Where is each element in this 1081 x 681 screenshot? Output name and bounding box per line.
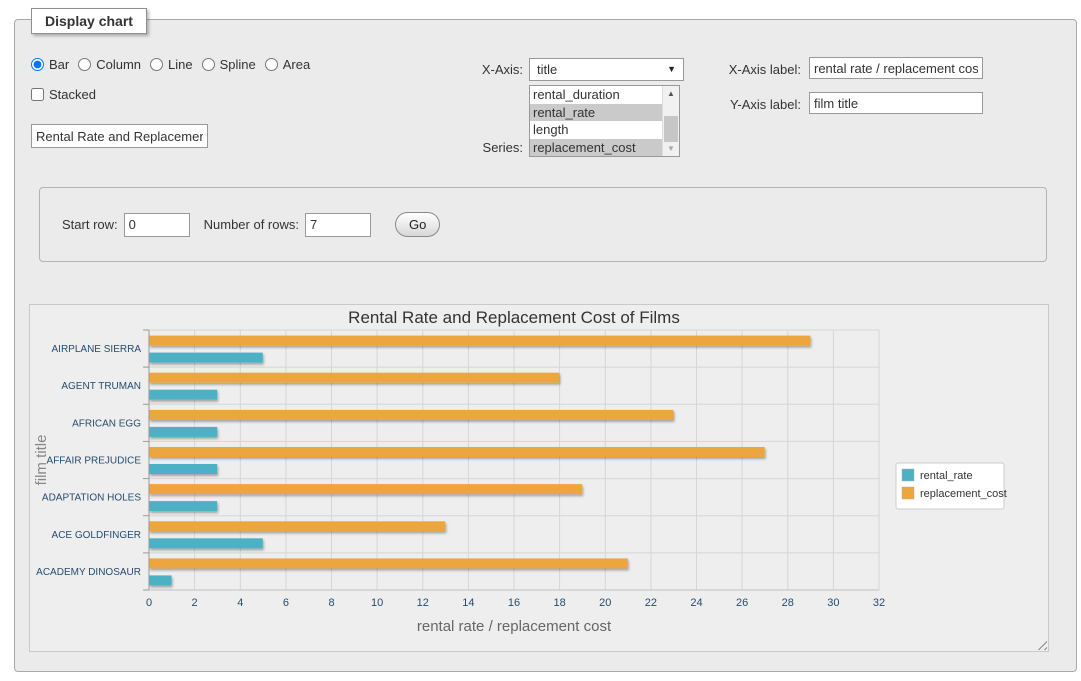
x-axis-selected-value: title	[537, 62, 557, 77]
chart-type-option-column[interactable]: Column	[78, 57, 141, 72]
chart-container: Rental Rate and Replacement Cost of Film…	[29, 304, 1049, 652]
chart-type-radio-area[interactable]	[265, 58, 278, 71]
page: { "panel": { "legend": "Display chart" }…	[0, 0, 1081, 681]
x-tick-label: 0	[146, 597, 152, 609]
series-option-replacement_cost[interactable]: replacement_cost	[530, 139, 662, 157]
chart-type-radio-bar[interactable]	[31, 58, 44, 71]
y-axis-label-caption: Y-Axis label:	[709, 97, 801, 112]
series-option-rental_rate[interactable]: rental_rate	[530, 104, 662, 122]
chart-type-label-spline: Spline	[220, 57, 256, 72]
legend-label-rental_rate: rental_rate	[920, 470, 973, 482]
legend-item-rental_rate[interactable]: rental_rate	[902, 469, 973, 482]
bar-replacement_cost-african-egg[interactable]	[149, 410, 674, 420]
x-tick-label: 28	[782, 597, 794, 609]
chart-type-radio-group: Bar Column Line Spline Area	[31, 57, 319, 72]
series-scrollbar[interactable]: ▲ ▼	[662, 86, 679, 156]
panel-legend: Display chart	[31, 8, 147, 34]
x-axis-label-caption: X-Axis label:	[709, 62, 801, 77]
num-rows-label: Number of rows:	[204, 217, 299, 232]
display-chart-panel: Display chart BarColumnLineSplineArea St…	[14, 19, 1077, 672]
chart-title-input[interactable]	[31, 124, 208, 148]
category-label: AGENT TRUMAN	[61, 381, 141, 392]
legend-label-replacement_cost: replacement_cost	[920, 488, 1007, 500]
chart-type-label-bar: Bar	[49, 57, 69, 72]
scroll-down-icon[interactable]: ▼	[663, 141, 679, 156]
x-tick-label: 14	[462, 597, 474, 609]
category-label: AFFAIR PREJUDICE	[47, 456, 142, 467]
num-rows-input[interactable]	[305, 213, 371, 237]
bar-replacement_cost-affair-prejudice[interactable]	[149, 447, 765, 457]
category-label: AIRPLANE SIERRA	[52, 344, 142, 355]
start-row-label: Start row:	[62, 217, 118, 232]
stacked-label: Stacked	[49, 87, 96, 102]
bar-rental_rate-academy-dinosaur[interactable]	[149, 575, 172, 585]
x-tick-label: 32	[873, 597, 885, 609]
x-tick-label: 2	[192, 597, 198, 609]
bar-rental_rate-agent-truman[interactable]	[149, 390, 217, 400]
series-option-rental_duration[interactable]: rental_duration	[530, 86, 662, 104]
x-tick-label: 12	[417, 597, 429, 609]
bar-replacement_cost-airplane-sierra[interactable]	[149, 336, 810, 346]
x-axis-select-label: X-Axis:	[453, 62, 523, 77]
chart-type-option-line[interactable]: Line	[150, 57, 193, 72]
bar-rental_rate-airplane-sierra[interactable]	[149, 353, 263, 363]
legend-swatch-rental_rate[interactable]	[902, 469, 914, 481]
category-label: ACE GOLDFINGER	[52, 530, 141, 541]
bar-replacement_cost-adaptation-holes[interactable]	[149, 484, 582, 494]
bar-replacement_cost-agent-truman[interactable]	[149, 373, 559, 383]
chart-type-radio-column[interactable]	[78, 58, 91, 71]
x-axis-title: rental rate / replacement cost	[417, 618, 612, 635]
series-options: rental_durationrental_ratelengthreplacem…	[530, 86, 662, 156]
chart-type-option-spline[interactable]: Spline	[202, 57, 256, 72]
stacked-option[interactable]: Stacked	[31, 87, 96, 102]
y-axis-label-input[interactable]	[809, 92, 983, 114]
category-label: ADAPTATION HOLES	[42, 493, 141, 504]
x-tick-label: 20	[599, 597, 611, 609]
x-tick-label: 4	[237, 597, 243, 609]
x-tick-label: 26	[736, 597, 748, 609]
bar-rental_rate-affair-prejudice[interactable]	[149, 464, 217, 474]
row-controls-panel: Start row: Number of rows: Go	[39, 187, 1047, 262]
chart-type-option-area[interactable]: Area	[265, 57, 310, 72]
x-tick-label: 30	[827, 597, 839, 609]
x-tick-label: 18	[553, 597, 565, 609]
go-button[interactable]: Go	[395, 212, 440, 237]
chart-type-label-line: Line	[168, 57, 193, 72]
x-tick-label: 6	[283, 597, 289, 609]
series-multiselect[interactable]: rental_durationrental_ratelengthreplacem…	[529, 85, 680, 157]
chart-title: Rental Rate and Replacement Cost of Film…	[348, 308, 680, 327]
chart-legend: rental_rate replacement_cost	[896, 463, 1007, 509]
series-option-length[interactable]: length	[530, 121, 662, 139]
bar-replacement_cost-academy-dinosaur[interactable]	[149, 558, 628, 568]
chart-type-radio-line[interactable]	[150, 58, 163, 71]
chart-svg: Rental Rate and Replacement Cost of Film…	[30, 305, 1048, 651]
scrollbar-thumb[interactable]	[664, 116, 678, 142]
scroll-up-icon[interactable]: ▲	[663, 86, 679, 101]
bar-rental_rate-ace-goldfinger[interactable]	[149, 538, 263, 548]
x-axis-label-input[interactable]	[809, 57, 983, 79]
x-axis-select[interactable]: title ▼	[529, 58, 684, 81]
x-tick-label: 8	[328, 597, 334, 609]
series-select-label: Series:	[453, 140, 523, 155]
chart-type-label-area: Area	[283, 57, 310, 72]
x-tick-label: 16	[508, 597, 520, 609]
dropdown-arrow-icon: ▼	[667, 65, 676, 74]
bar-rental_rate-adaptation-holes[interactable]	[149, 501, 217, 511]
x-tick-label: 22	[645, 597, 657, 609]
bar-rental_rate-african-egg[interactable]	[149, 427, 217, 437]
category-label: ACADEMY DINOSAUR	[36, 567, 141, 578]
bar-replacement_cost-ace-goldfinger[interactable]	[149, 521, 445, 531]
chart-type-label-column: Column	[96, 57, 141, 72]
y-axis-title: film title	[33, 435, 50, 486]
start-row-input[interactable]	[124, 213, 190, 237]
category-label: AFRICAN EGG	[72, 418, 141, 429]
chart-type-option-bar[interactable]: Bar	[31, 57, 69, 72]
x-tick-label: 24	[690, 597, 702, 609]
legend-swatch-replacement_cost[interactable]	[902, 487, 914, 499]
stacked-checkbox[interactable]	[31, 88, 44, 101]
x-tick-label: 10	[371, 597, 383, 609]
chart-type-radio-spline[interactable]	[202, 58, 215, 71]
